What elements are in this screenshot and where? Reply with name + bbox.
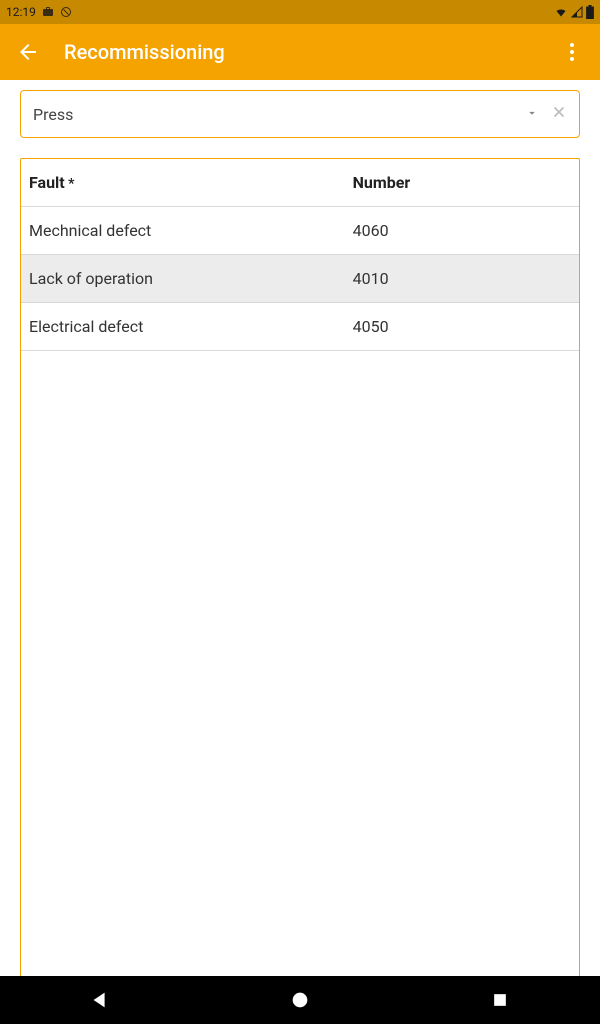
wifi-icon bbox=[554, 6, 568, 18]
signal-icon bbox=[570, 6, 584, 18]
table-header-row: Fault * Number bbox=[21, 159, 579, 207]
fault-cell: Electrical defect bbox=[21, 303, 345, 351]
table-row[interactable]: Lack of operation4010 bbox=[21, 255, 579, 303]
back-button[interactable] bbox=[8, 32, 48, 72]
briefcase-icon bbox=[42, 6, 54, 18]
dropdown-value: Press bbox=[33, 105, 525, 124]
number-cell: 4010 bbox=[345, 255, 579, 303]
page-title: Recommissioning bbox=[64, 40, 552, 64]
table-row[interactable]: Electrical defect4050 bbox=[21, 303, 579, 351]
app-bar: Recommissioning bbox=[0, 24, 600, 80]
column-header-number[interactable]: Number bbox=[345, 159, 579, 207]
overflow-menu-button[interactable] bbox=[552, 32, 592, 72]
number-cell: 4050 bbox=[345, 303, 579, 351]
number-cell: 4060 bbox=[345, 207, 579, 255]
fault-cell: Lack of operation bbox=[21, 255, 345, 303]
fault-table-container: Fault * Number Mechnical defect4060Lack … bbox=[20, 158, 580, 978]
battery-icon bbox=[586, 5, 594, 19]
no-sync-icon bbox=[60, 6, 72, 18]
nav-home-button[interactable] bbox=[260, 976, 340, 1024]
fault-table: Fault * Number Mechnical defect4060Lack … bbox=[21, 159, 579, 351]
clear-button[interactable] bbox=[551, 104, 567, 124]
column-header-fault[interactable]: Fault * bbox=[21, 159, 345, 207]
nav-back-button[interactable] bbox=[60, 976, 140, 1024]
nav-recent-button[interactable] bbox=[460, 976, 540, 1024]
android-nav-bar bbox=[0, 976, 600, 1024]
status-bar: 12:19 bbox=[0, 0, 600, 24]
fault-cell: Mechnical defect bbox=[21, 207, 345, 255]
machine-dropdown[interactable]: Press bbox=[20, 90, 580, 138]
status-time: 12:19 bbox=[6, 5, 36, 19]
table-row[interactable]: Mechnical defect4060 bbox=[21, 207, 579, 255]
caret-down-icon bbox=[525, 105, 539, 124]
